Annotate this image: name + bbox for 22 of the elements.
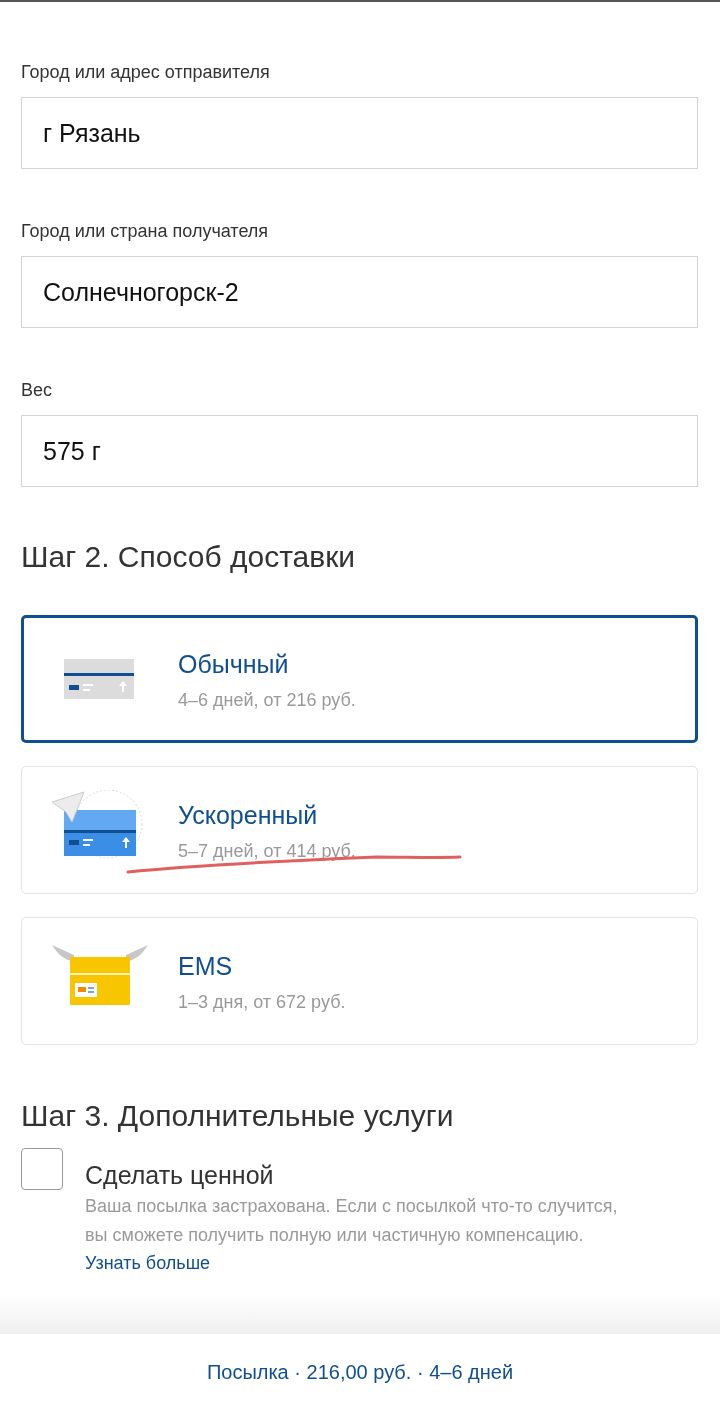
option-title: Ускоренный	[178, 799, 319, 831]
field-label: Город или страна получателя	[21, 220, 270, 243]
option-details: 5–7 дней, от 414 руб.	[178, 840, 356, 862]
option-label: Сделать ценной	[85, 1160, 275, 1190]
option-description: Ваша посылка застрахована. Если с посылкой что-то случится, вы сможете получить полную или частичную компенсацию.	[85, 1195, 619, 1247]
option-title: EMS	[178, 950, 234, 982]
section-heading: Шаг 2. Способ доставки	[21, 539, 357, 575]
option-details: 1–3 дня, от 672 руб.	[178, 991, 346, 1013]
input-field[interactable]: 575 г	[21, 415, 698, 487]
option-title: Обычный	[178, 648, 290, 680]
checkbox[interactable]	[21, 1148, 63, 1190]
delivery-option-card[interactable]: Ускоренный 5–7 дней, от 414 руб.	[21, 766, 698, 894]
summary-text: Посылка · 216,00 руб. · 4–6 дней	[206, 1360, 514, 1384]
section-heading: Шаг 3. Дополнительные услуги	[21, 1098, 455, 1134]
field-label: Город или адрес отправителя	[21, 61, 271, 84]
delivery-option-card[interactable]: Обычный 4–6 дней, от 216 руб.	[21, 615, 698, 743]
input-field[interactable]: г Рязань	[21, 97, 698, 169]
delivery-option-card[interactable]: EMS 1–3 дня, от 672 руб.	[21, 917, 698, 1045]
learn-more-link[interactable]: Узнать больше	[85, 1249, 211, 1277]
option-details: 4–6 дней, от 216 руб.	[178, 689, 356, 711]
input-field[interactable]: Солнечногорск-2	[21, 256, 698, 328]
field-label: Вес	[21, 379, 54, 402]
